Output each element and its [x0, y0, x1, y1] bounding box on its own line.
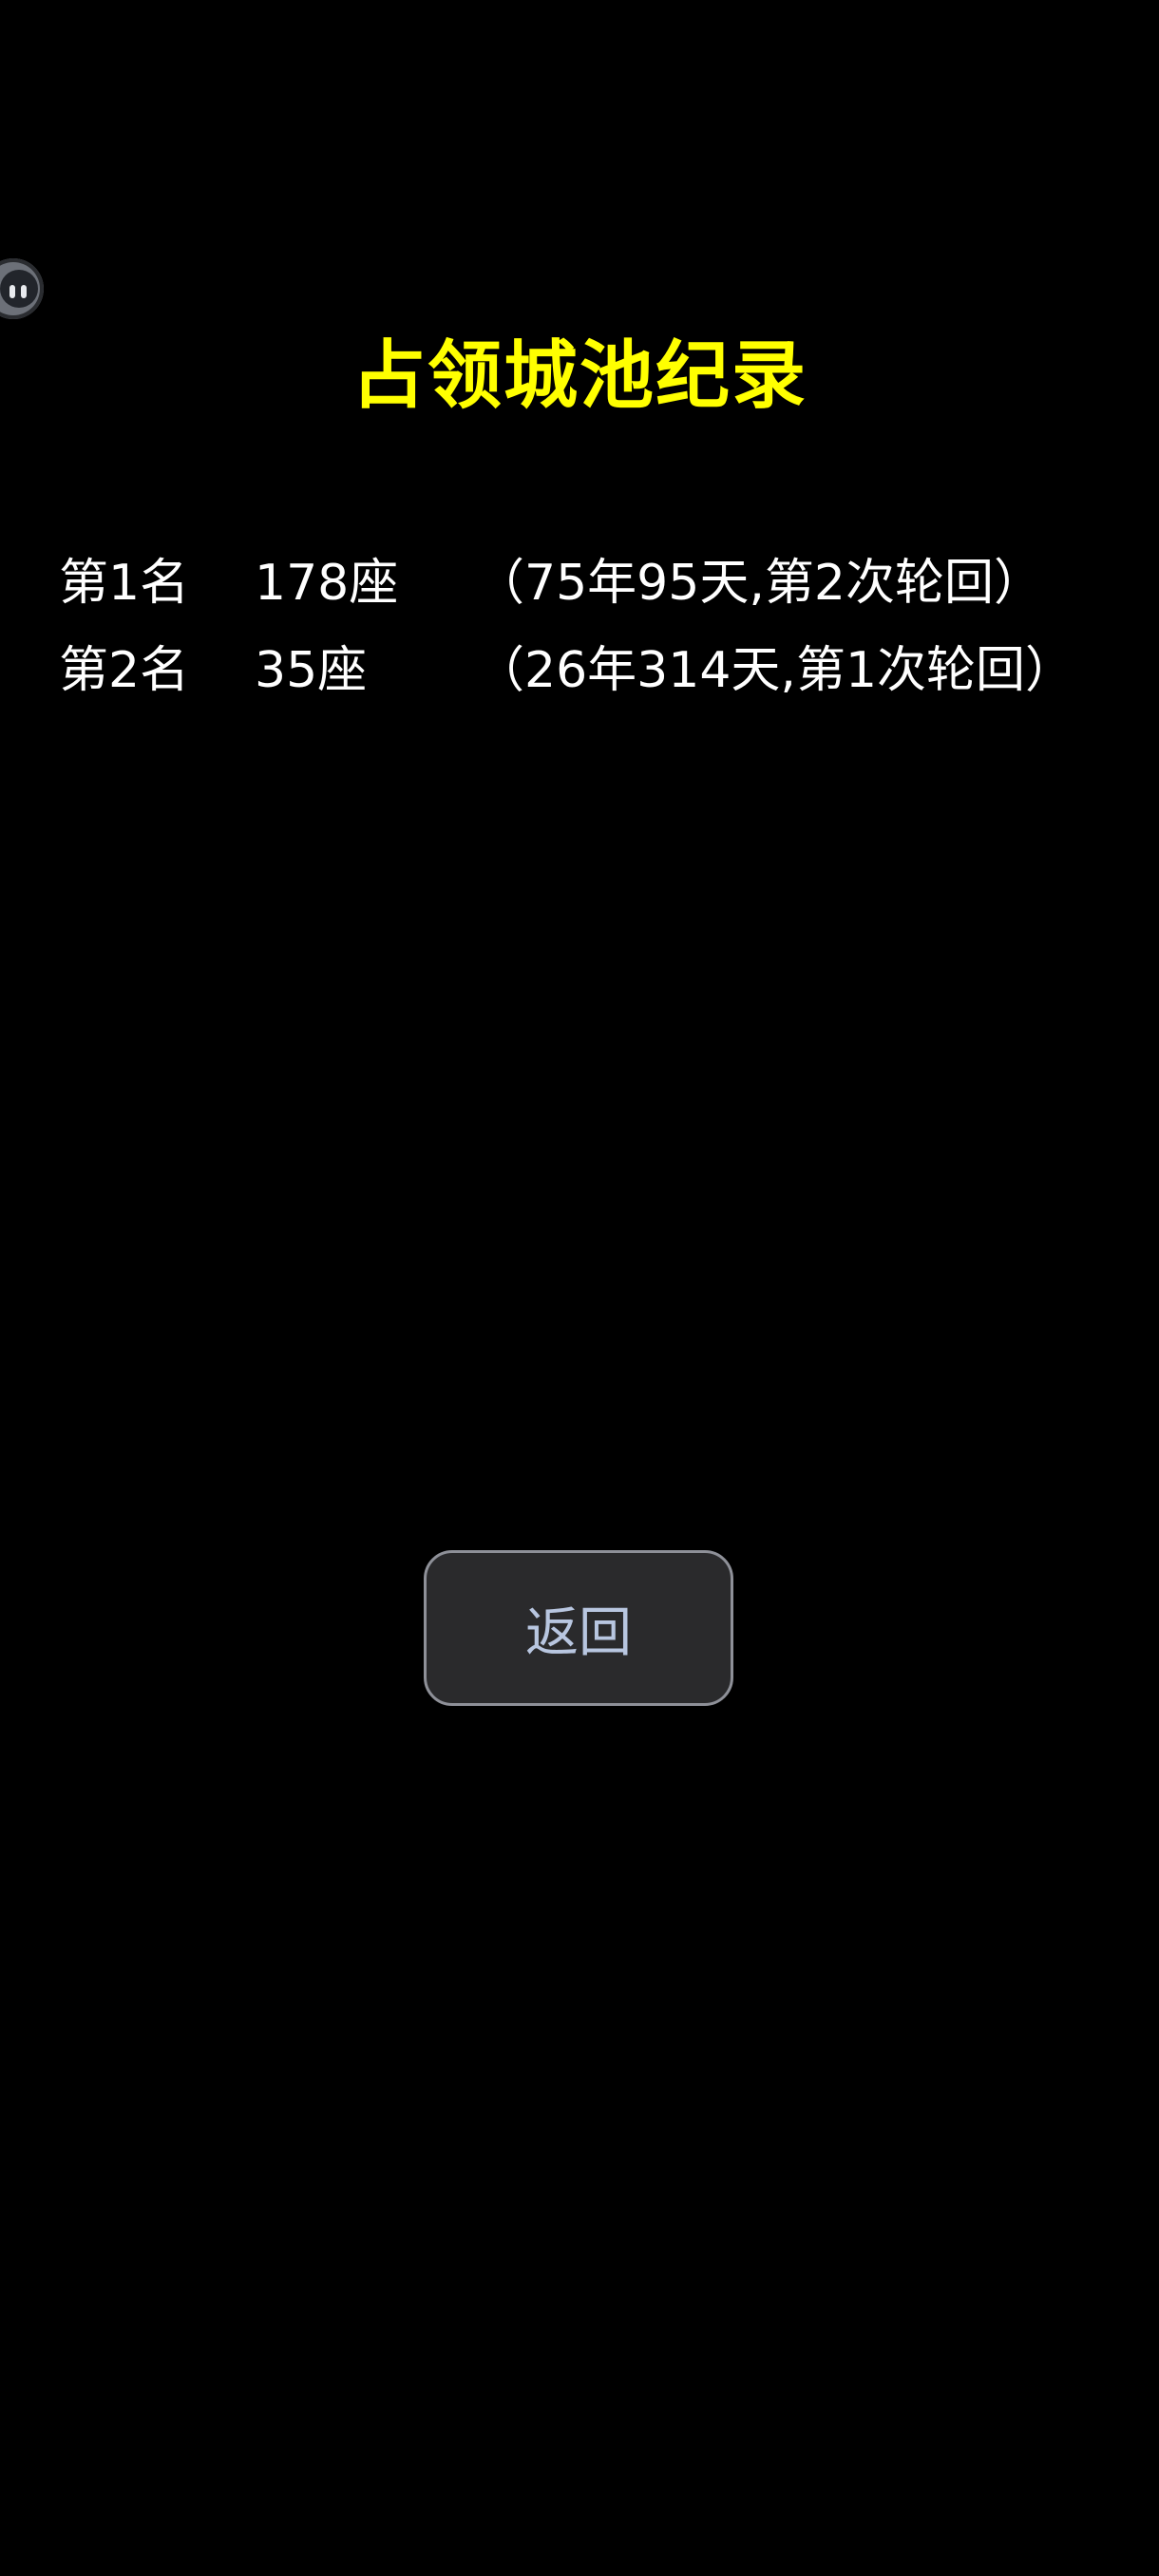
floating-assistant-button[interactable] — [0, 258, 44, 319]
record-row-1: 第1名 178座 （75年95天,第2次轮回） — [59, 540, 1123, 627]
assistant-eye-right — [21, 285, 27, 298]
record-city-count: 178座 — [255, 555, 399, 612]
record-detail: （75年95天,第2次轮回） — [475, 555, 1043, 612]
assistant-face-icon — [0, 270, 38, 308]
back-button[interactable]: 返回 — [424, 1550, 733, 1706]
record-rank: 第2名 — [59, 642, 190, 699]
record-detail: （26年314天,第1次轮回） — [475, 642, 1075, 699]
record-rank: 第1名 — [59, 555, 190, 612]
assistant-eye-left — [10, 285, 15, 298]
record-row-2: 第2名 35座 （26年314天,第1次轮回） — [59, 627, 1123, 714]
records-list: 第1名 178座 （75年95天,第2次轮回） 第2名 35座 （26年314天… — [59, 540, 1123, 714]
record-city-count: 35座 — [255, 642, 368, 699]
page-title: 占领城池纪录 — [351, 333, 808, 419]
records-screen: 占领城池纪录 第1名 178座 （75年95天,第2次轮回） 第2名 35座 （… — [0, 0, 1159, 2576]
